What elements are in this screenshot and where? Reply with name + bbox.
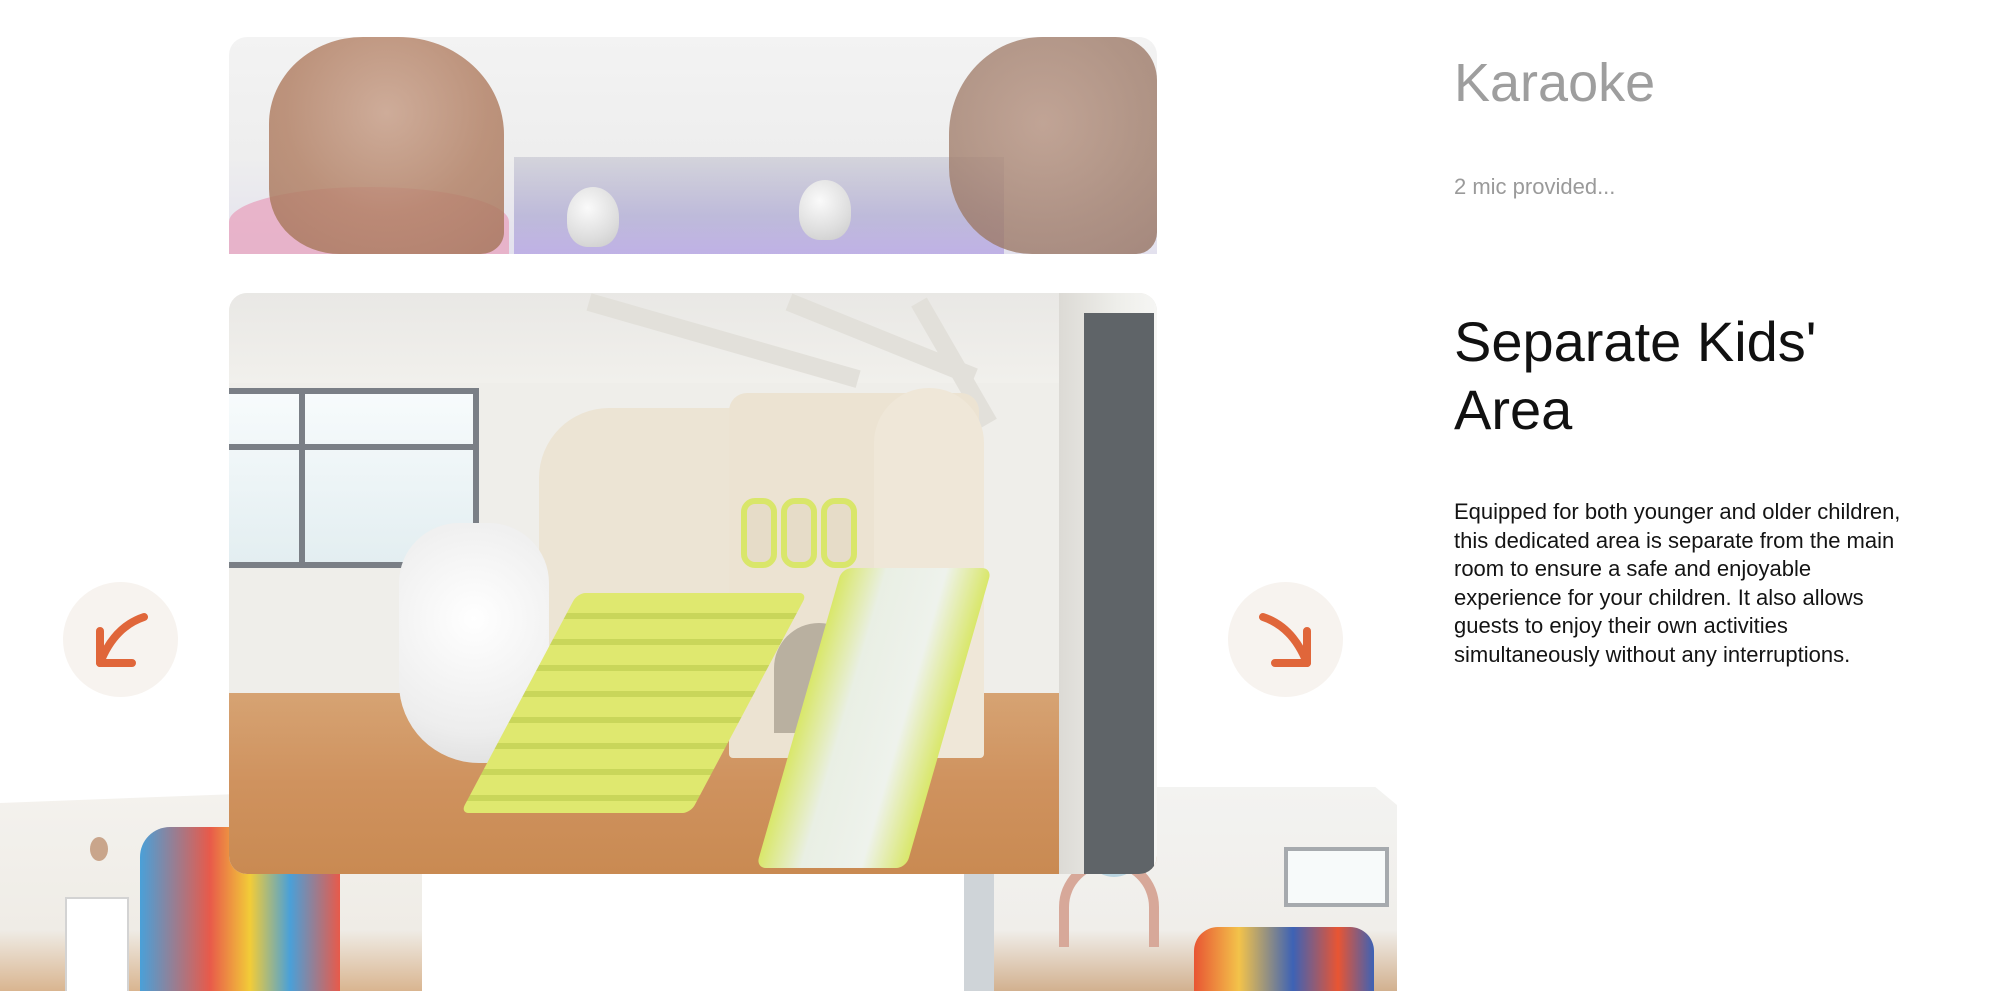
arrow-down-right-icon	[1258, 612, 1311, 667]
previous-slide-description: 2 mic provided...	[1454, 174, 1616, 199]
kids-area-carousel: Karaoke 2 mic provided... Separate Kids'…	[0, 0, 2014, 991]
arrow-down-left-icon	[95, 612, 148, 667]
toy-shelf	[65, 897, 129, 991]
kids-area-photo	[229, 293, 1157, 874]
microphone-1	[567, 187, 619, 247]
playroom-window	[1284, 847, 1389, 907]
porthole-window	[741, 498, 777, 568]
person-right-hair	[949, 37, 1157, 254]
door	[1084, 313, 1154, 874]
porthole-window	[821, 498, 857, 568]
karaoke-photo	[229, 37, 1157, 254]
next-slide-button[interactable]	[1228, 582, 1343, 697]
balloon-decoration	[90, 837, 108, 861]
toy-cars	[1194, 927, 1374, 991]
person-left-hair	[269, 37, 504, 254]
porthole-window	[781, 498, 817, 568]
current-slide-description: Equipped for both younger and older chil…	[1454, 499, 1901, 667]
previous-slide-button[interactable]	[63, 582, 178, 697]
microphone-2	[799, 180, 851, 240]
previous-slide-title: Karaoke	[1454, 53, 1656, 113]
current-slide-title: Separate Kids' Area	[1454, 310, 1817, 441]
